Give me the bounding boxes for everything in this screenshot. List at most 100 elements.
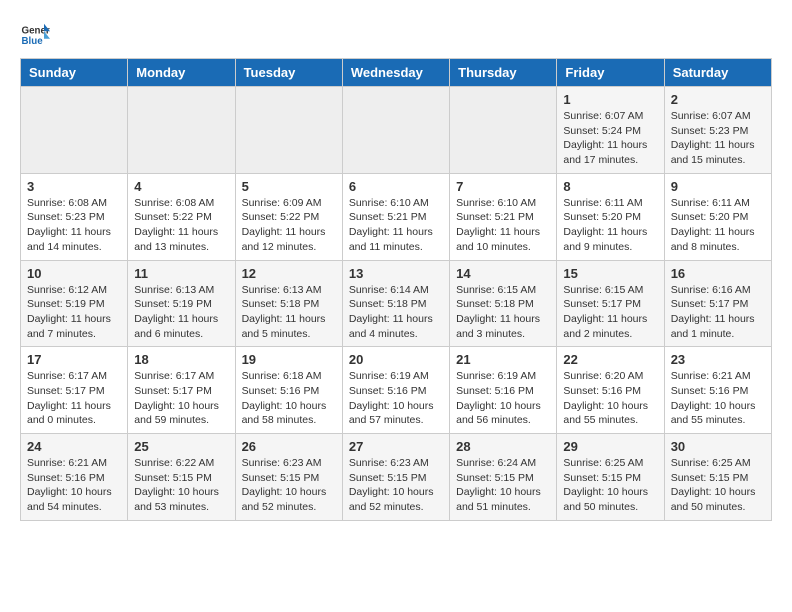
day-info: Sunrise: 6:11 AM Sunset: 5:20 PM Dayligh… [563,196,657,255]
calendar-day-cell: 12Sunrise: 6:13 AM Sunset: 5:18 PM Dayli… [235,260,342,347]
day-info: Sunrise: 6:22 AM Sunset: 5:15 PM Dayligh… [134,456,228,515]
calendar-day-cell: 8 Sunrise: 6:11 AM Sunset: 5:20 PM Daylig… [557,173,664,260]
calendar-day-cell: 11Sunrise: 6:13 AM Sunset: 5:19 PM Dayli… [128,260,235,347]
calendar-day-cell: 13 Sunrise: 6:14 AM Sunset: 5:18 PM Dayli… [342,260,449,347]
day-info: Sunrise: 6:18 AM Sunset: 5:16 PM Dayligh… [242,369,336,428]
svg-text:Blue: Blue [22,36,44,47]
day-info: Sunrise: 6:14 AM Sunset: 5:18 PM Dayligh… [349,283,443,342]
day-info: Sunrise: 6:17 AM Sunset: 5:17 PM Dayligh… [134,369,228,428]
calendar-day-cell: 30 Sunrise: 6:25 AM Sunset: 5:15 PM Dayli… [664,434,771,521]
day-number: 16 [671,266,765,281]
day-info: Sunrise: 6:23 AM Sunset: 5:15 PM Dayligh… [349,456,443,515]
calendar-day-cell: 16 Sunrise: 6:16 AM Sunset: 5:17 PM Dayli… [664,260,771,347]
day-info: Sunrise: 6:11 AM Sunset: 5:20 PM Dayligh… [671,196,765,255]
day-number: 15 [563,266,657,281]
calendar-day-cell [450,87,557,174]
day-number: 3 [27,179,121,194]
day-number: 9 [671,179,765,194]
calendar-day-cell: 18 Sunrise: 6:17 AM Sunset: 5:17 PM Dayli… [128,347,235,434]
day-info: Sunrise: 6:24 AM Sunset: 5:15 PM Dayligh… [456,456,550,515]
day-info: Sunrise: 6:10 AM Sunset: 5:21 PM Dayligh… [349,196,443,255]
calendar-day-cell: 3 Sunrise: 6:08 AM Sunset: 5:23 PM Daylig… [21,173,128,260]
day-number: 26 [242,439,336,454]
day-info: Sunrise: 6:20 AM Sunset: 5:16 PM Dayligh… [563,369,657,428]
calendar-day-cell: 15 Sunrise: 6:15 AM Sunset: 5:17 PM Dayli… [557,260,664,347]
calendar-day-cell: 28 Sunrise: 6:24 AM Sunset: 5:15 PM Dayli… [450,434,557,521]
day-number: 8 [563,179,657,194]
day-info: Sunrise: 6:07 AM Sunset: 5:24 PM Dayligh… [563,109,657,168]
day-info: Sunrise: 6:09 AM Sunset: 5:22 PM Dayligh… [242,196,336,255]
page-header: General Blue [20,20,772,50]
calendar-week-row: 1Sunrise: 6:07 AM Sunset: 5:24 PM Daylig… [21,87,772,174]
calendar-header-friday: Friday [557,59,664,87]
calendar-header-tuesday: Tuesday [235,59,342,87]
day-info: Sunrise: 6:13 AM Sunset: 5:18 PM Dayligh… [242,283,336,342]
day-number: 5 [242,179,336,194]
calendar-header-wednesday: Wednesday [342,59,449,87]
day-number: 17 [27,352,121,367]
day-info: Sunrise: 6:10 AM Sunset: 5:21 PM Dayligh… [456,196,550,255]
day-number: 7 [456,179,550,194]
calendar-day-cell: 20 Sunrise: 6:19 AM Sunset: 5:16 PM Dayli… [342,347,449,434]
calendar-day-cell: 26 Sunrise: 6:23 AM Sunset: 5:15 PM Dayli… [235,434,342,521]
day-info: Sunrise: 6:15 AM Sunset: 5:18 PM Dayligh… [456,283,550,342]
day-number: 30 [671,439,765,454]
calendar-header-sunday: Sunday [21,59,128,87]
calendar-day-cell: 27Sunrise: 6:23 AM Sunset: 5:15 PM Dayli… [342,434,449,521]
day-info: Sunrise: 6:23 AM Sunset: 5:15 PM Dayligh… [242,456,336,515]
calendar-day-cell: 14 Sunrise: 6:15 AM Sunset: 5:18 PM Dayli… [450,260,557,347]
day-number: 20 [349,352,443,367]
logo: General Blue [20,20,50,50]
day-number: 6 [349,179,443,194]
calendar-day-cell: 25 Sunrise: 6:22 AM Sunset: 5:15 PM Dayli… [128,434,235,521]
calendar-header-row: SundayMondayTuesdayWednesdayThursdayFrid… [21,59,772,87]
day-number: 24 [27,439,121,454]
calendar-day-cell: 6 Sunrise: 6:10 AM Sunset: 5:21 PM Daylig… [342,173,449,260]
calendar-day-cell: 5 Sunrise: 6:09 AM Sunset: 5:22 PM Daylig… [235,173,342,260]
day-number: 14 [456,266,550,281]
calendar-table: SundayMondayTuesdayWednesdayThursdayFrid… [20,58,772,521]
logo-icon: General Blue [20,20,50,50]
day-number: 19 [242,352,336,367]
calendar-week-row: 24 Sunrise: 6:21 AM Sunset: 5:16 PM Dayli… [21,434,772,521]
day-number: 23 [671,352,765,367]
day-number: 18 [134,352,228,367]
day-number: 13 [349,266,443,281]
calendar-day-cell: 29 Sunrise: 6:25 AM Sunset: 5:15 PM Dayli… [557,434,664,521]
calendar-day-cell [128,87,235,174]
calendar-day-cell: 7 Sunrise: 6:10 AM Sunset: 5:21 PM Daylig… [450,173,557,260]
day-info: Sunrise: 6:16 AM Sunset: 5:17 PM Dayligh… [671,283,765,342]
day-number: 10 [27,266,121,281]
day-info: Sunrise: 6:12 AM Sunset: 5:19 PM Dayligh… [27,283,121,342]
day-info: Sunrise: 6:17 AM Sunset: 5:17 PM Dayligh… [27,369,121,428]
day-info: Sunrise: 6:08 AM Sunset: 5:23 PM Dayligh… [27,196,121,255]
calendar-day-cell: 1Sunrise: 6:07 AM Sunset: 5:24 PM Daylig… [557,87,664,174]
calendar-day-cell [342,87,449,174]
calendar-day-cell: 9 Sunrise: 6:11 AM Sunset: 5:20 PM Daylig… [664,173,771,260]
calendar-header-saturday: Saturday [664,59,771,87]
day-info: Sunrise: 6:15 AM Sunset: 5:17 PM Dayligh… [563,283,657,342]
calendar-header-thursday: Thursday [450,59,557,87]
calendar-day-cell: 24 Sunrise: 6:21 AM Sunset: 5:16 PM Dayli… [21,434,128,521]
day-info: Sunrise: 6:08 AM Sunset: 5:22 PM Dayligh… [134,196,228,255]
calendar-day-cell: 17 Sunrise: 6:17 AM Sunset: 5:17 PM Dayli… [21,347,128,434]
calendar-week-row: 10 Sunrise: 6:12 AM Sunset: 5:19 PM Dayli… [21,260,772,347]
calendar-week-row: 17 Sunrise: 6:17 AM Sunset: 5:17 PM Dayli… [21,347,772,434]
day-number: 28 [456,439,550,454]
calendar-header-monday: Monday [128,59,235,87]
day-info: Sunrise: 6:19 AM Sunset: 5:16 PM Dayligh… [349,369,443,428]
day-number: 25 [134,439,228,454]
calendar-day-cell: 19 Sunrise: 6:18 AM Sunset: 5:16 PM Dayli… [235,347,342,434]
day-info: Sunrise: 6:21 AM Sunset: 5:16 PM Dayligh… [671,369,765,428]
day-info: Sunrise: 6:25 AM Sunset: 5:15 PM Dayligh… [671,456,765,515]
day-info: Sunrise: 6:25 AM Sunset: 5:15 PM Dayligh… [563,456,657,515]
day-info: Sunrise: 6:21 AM Sunset: 5:16 PM Dayligh… [27,456,121,515]
calendar-day-cell [235,87,342,174]
day-number: 29 [563,439,657,454]
day-number: 22 [563,352,657,367]
day-number: 11 [134,266,228,281]
calendar-day-cell: 4 Sunrise: 6:08 AM Sunset: 5:22 PM Daylig… [128,173,235,260]
day-number: 4 [134,179,228,194]
calendar-week-row: 3 Sunrise: 6:08 AM Sunset: 5:23 PM Daylig… [21,173,772,260]
calendar-day-cell: 22 Sunrise: 6:20 AM Sunset: 5:16 PM Dayli… [557,347,664,434]
